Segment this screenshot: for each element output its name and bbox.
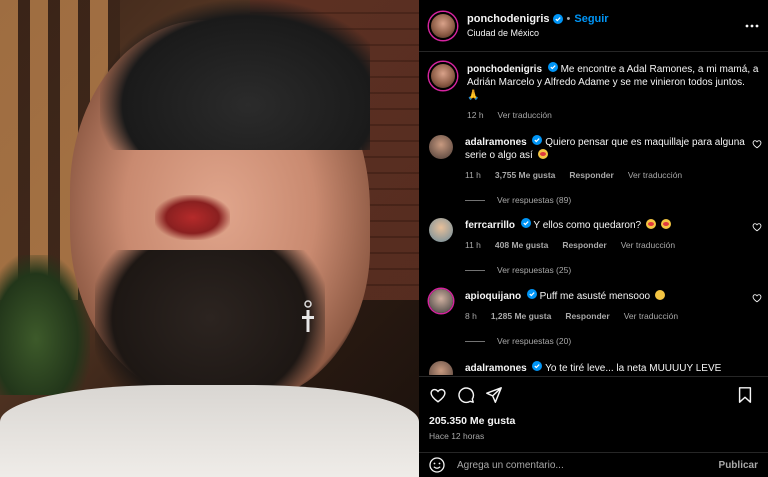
post-caption: ponchodenigris Me encontre a Adal Ramone… — [429, 62, 759, 122]
comment-username[interactable]: adalramones — [465, 363, 527, 374]
post-location[interactable]: Ciudad de México — [467, 28, 609, 38]
comment-username[interactable]: apioquijano — [465, 291, 521, 302]
comment-time[interactable]: 11 h — [465, 169, 481, 182]
caption-avatar[interactable] — [429, 62, 457, 90]
commenter-avatar[interactable] — [429, 361, 453, 375]
grimace-emoji-icon — [645, 219, 656, 229]
post-time[interactable]: Hace 12 horas — [429, 431, 758, 441]
comment-translate[interactable]: Ver traducción — [628, 169, 682, 182]
commenter-avatar[interactable] — [429, 218, 453, 242]
comment-likes[interactable]: 1,285 Me gusta — [491, 310, 551, 323]
like-count[interactable]: 205.350 Me gusta — [429, 415, 758, 427]
view-replies[interactable]: Ver respuestas (20) — [465, 335, 745, 348]
wound — [155, 195, 230, 240]
white-shirt — [0, 385, 419, 477]
dizzy-emoji-icon — [654, 290, 665, 300]
verified-badge-icon — [532, 361, 543, 371]
comment-text: Yo te tiré leve... la neta MUUUUY LEVE — [545, 363, 722, 374]
emoji-smile-icon[interactable] — [429, 457, 445, 473]
add-comment-bar: Agrega un comentario... Publicar — [419, 452, 768, 477]
comment-likes[interactable]: 408 Me gusta — [495, 239, 548, 252]
verified-badge-icon — [520, 218, 531, 228]
commenter-avatar[interactable] — [429, 135, 453, 159]
comment-translate[interactable]: Ver traducción — [624, 310, 678, 323]
hair — [100, 0, 370, 150]
comment-item: adalramones Quiero pensar que es maquill… — [429, 135, 764, 207]
author-username[interactable]: ponchodenigris — [467, 13, 550, 25]
comment-time[interactable]: 8 h — [465, 310, 477, 323]
comment-text: Y ellos como quedaron? — [533, 220, 642, 231]
comment-item: adalramones Yo te tiré leve... la neta M… — [429, 361, 764, 375]
comment-username[interactable]: adalramones — [465, 137, 527, 148]
commenter-avatar[interactable] — [429, 289, 453, 313]
verified-badge-icon — [526, 289, 537, 299]
like-heart-icon[interactable] — [752, 293, 762, 303]
post-side-panel: ponchodenigris • Seguir Ciudad de México… — [419, 0, 768, 477]
caption-time[interactable]: 12 h — [467, 109, 484, 122]
post-actions: 205.350 Me gusta Hace 12 horas — [419, 376, 768, 441]
view-replies[interactable]: Ver respuestas (25) — [465, 264, 745, 277]
caption-username[interactable]: ponchodenigris — [467, 64, 542, 75]
comment-translate[interactable]: Ver traducción — [621, 239, 675, 252]
comment-item: apioquijano Puff me asusté mensooo 8 h 1… — [429, 289, 764, 348]
astonished-emoji-icon — [537, 149, 548, 159]
caption-translate[interactable]: Ver traducción — [498, 109, 552, 122]
comment-icon[interactable] — [457, 386, 475, 404]
like-heart-icon[interactable] — [752, 222, 762, 232]
comment-item: ferrcarrillo Y ellos como quedaron? 11 h… — [429, 218, 764, 277]
comment-text: Puff me asusté mensooo — [539, 291, 651, 302]
comment-likes[interactable]: 3,755 Me gusta — [495, 169, 555, 182]
follow-button[interactable]: Seguir — [574, 13, 608, 25]
comment-username[interactable]: ferrcarrillo — [465, 220, 515, 231]
more-horizontal-icon[interactable] — [744, 18, 760, 34]
like-heart-icon[interactable] — [429, 386, 447, 404]
reply-button[interactable]: Responder — [565, 310, 609, 323]
reply-button[interactable]: Responder — [562, 239, 606, 252]
view-replies[interactable]: Ver respuestas (89) — [465, 194, 745, 207]
post-photo[interactable] — [0, 0, 419, 477]
bookmark-icon[interactable] — [736, 386, 754, 404]
verified-badge-icon — [552, 14, 563, 24]
comment-time[interactable]: 11 h — [465, 239, 481, 252]
grimace-emoji-icon — [660, 219, 671, 229]
author-avatar[interactable] — [429, 11, 457, 40]
cross-earring-icon — [302, 300, 314, 332]
share-send-icon[interactable] — [485, 386, 503, 404]
post-header: ponchodenigris • Seguir Ciudad de México — [419, 0, 768, 52]
verified-badge-icon — [547, 62, 558, 72]
like-heart-icon[interactable] — [752, 139, 762, 149]
verified-badge-icon — [532, 135, 543, 145]
reply-button[interactable]: Responder — [569, 169, 613, 182]
separator-dot: • — [566, 13, 571, 25]
publish-button[interactable]: Publicar — [719, 460, 758, 471]
comment-input[interactable]: Agrega un comentario... — [457, 460, 564, 471]
